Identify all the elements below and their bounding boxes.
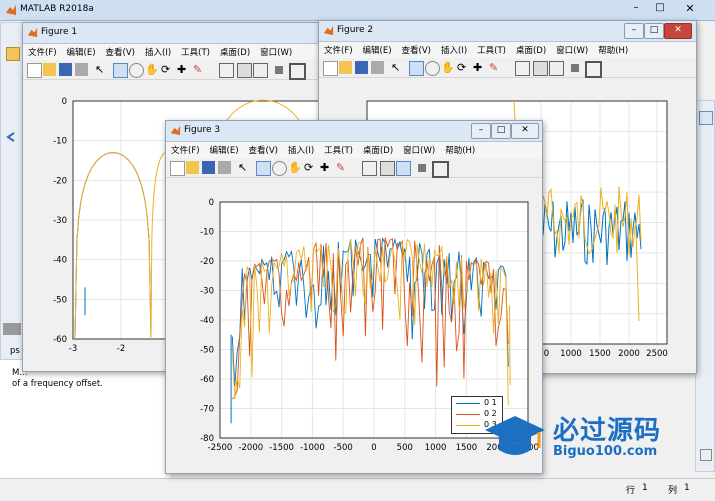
main-title-bar: MATLAB R2018a — [0, 0, 715, 21]
help-icon[interactable] — [699, 111, 713, 125]
y-tick-label: -40 — [200, 316, 214, 326]
x-tick-label: 1500 — [589, 349, 611, 359]
scroll-thumb[interactable] — [3, 323, 21, 335]
x-tick-label: 500 — [397, 443, 413, 453]
status-row-label: 行 — [626, 486, 636, 496]
x-tick-label: -2 — [117, 344, 125, 354]
x-tick-label: -1000 — [300, 443, 325, 453]
legend-swatch-1 — [456, 403, 480, 404]
x-tick-label: -3 — [69, 344, 77, 354]
y-tick-label: -50 — [53, 295, 67, 305]
y-tick-label: -70 — [200, 405, 214, 415]
left-panel-strip — [0, 22, 24, 360]
y-tick-label: -10 — [200, 228, 214, 238]
x-tick-label: -2000 — [238, 443, 263, 453]
series-3-line — [509, 305, 511, 385]
y-tick-label: -20 — [200, 257, 214, 267]
main-minimize-button[interactable]: – — [627, 2, 645, 16]
back-arrow-icon[interactable] — [5, 131, 17, 143]
x-tick-label: 2500 — [646, 349, 668, 359]
y-tick-label: -40 — [53, 256, 67, 266]
main-window-title: MATLAB R2018a — [20, 4, 94, 14]
main-maximize-button[interactable]: □ — [651, 2, 669, 16]
status-col-value: 1 — [684, 483, 690, 493]
x-tick-label: -1500 — [269, 443, 294, 453]
right-panel-strip — [695, 100, 715, 472]
scroll-down-icon[interactable] — [700, 449, 712, 461]
command-window[interactable]: ps M... of a frequency offset. — [0, 346, 170, 478]
y-tick-label: -80 — [200, 434, 214, 444]
watermark-url-text: Biguo100.com — [553, 444, 658, 459]
y-tick-label: 0 — [209, 198, 214, 208]
x-tick-label: 0 — [371, 443, 376, 453]
cmd-prefix: ps — [10, 346, 20, 356]
x-tick-label: -500 — [334, 443, 353, 453]
y-tick-label: -50 — [200, 346, 214, 356]
y-tick-label: -10 — [53, 137, 67, 147]
y-tick-label: -30 — [200, 287, 214, 297]
x-tick-label: 2000 — [618, 349, 640, 359]
x-tick-label: 1000 — [560, 349, 582, 359]
new-script-icon[interactable] — [6, 47, 20, 61]
status-row-value: 1 — [642, 483, 648, 493]
y-tick-label: -30 — [53, 216, 67, 226]
legend-swatch-3 — [456, 425, 480, 426]
series-3-line — [635, 230, 640, 322]
x-tick-label: -2500 — [208, 443, 233, 453]
status-bar: 行 1 列 1 — [0, 478, 715, 501]
y-tick-label: -20 — [53, 176, 67, 186]
y-tick-label: -60 — [53, 335, 67, 345]
legend-swatch-2 — [456, 414, 480, 415]
x-tick-label: 1500 — [456, 443, 478, 453]
watermark-cn-text: 必过源码 — [553, 416, 662, 446]
y-tick-label: -60 — [200, 375, 214, 385]
y-tick-label: 0 — [62, 97, 67, 107]
main-close-button[interactable]: ✕ — [680, 2, 700, 16]
graduation-cap-logo-icon — [485, 416, 545, 455]
series-3-line — [513, 100, 516, 122]
watermark: 必过源码 Biguo100.com — [483, 404, 688, 466]
status-col-label: 列 — [668, 486, 678, 496]
x-tick-label: 1000 — [425, 443, 447, 453]
matlab-logo-icon — [6, 5, 16, 15]
